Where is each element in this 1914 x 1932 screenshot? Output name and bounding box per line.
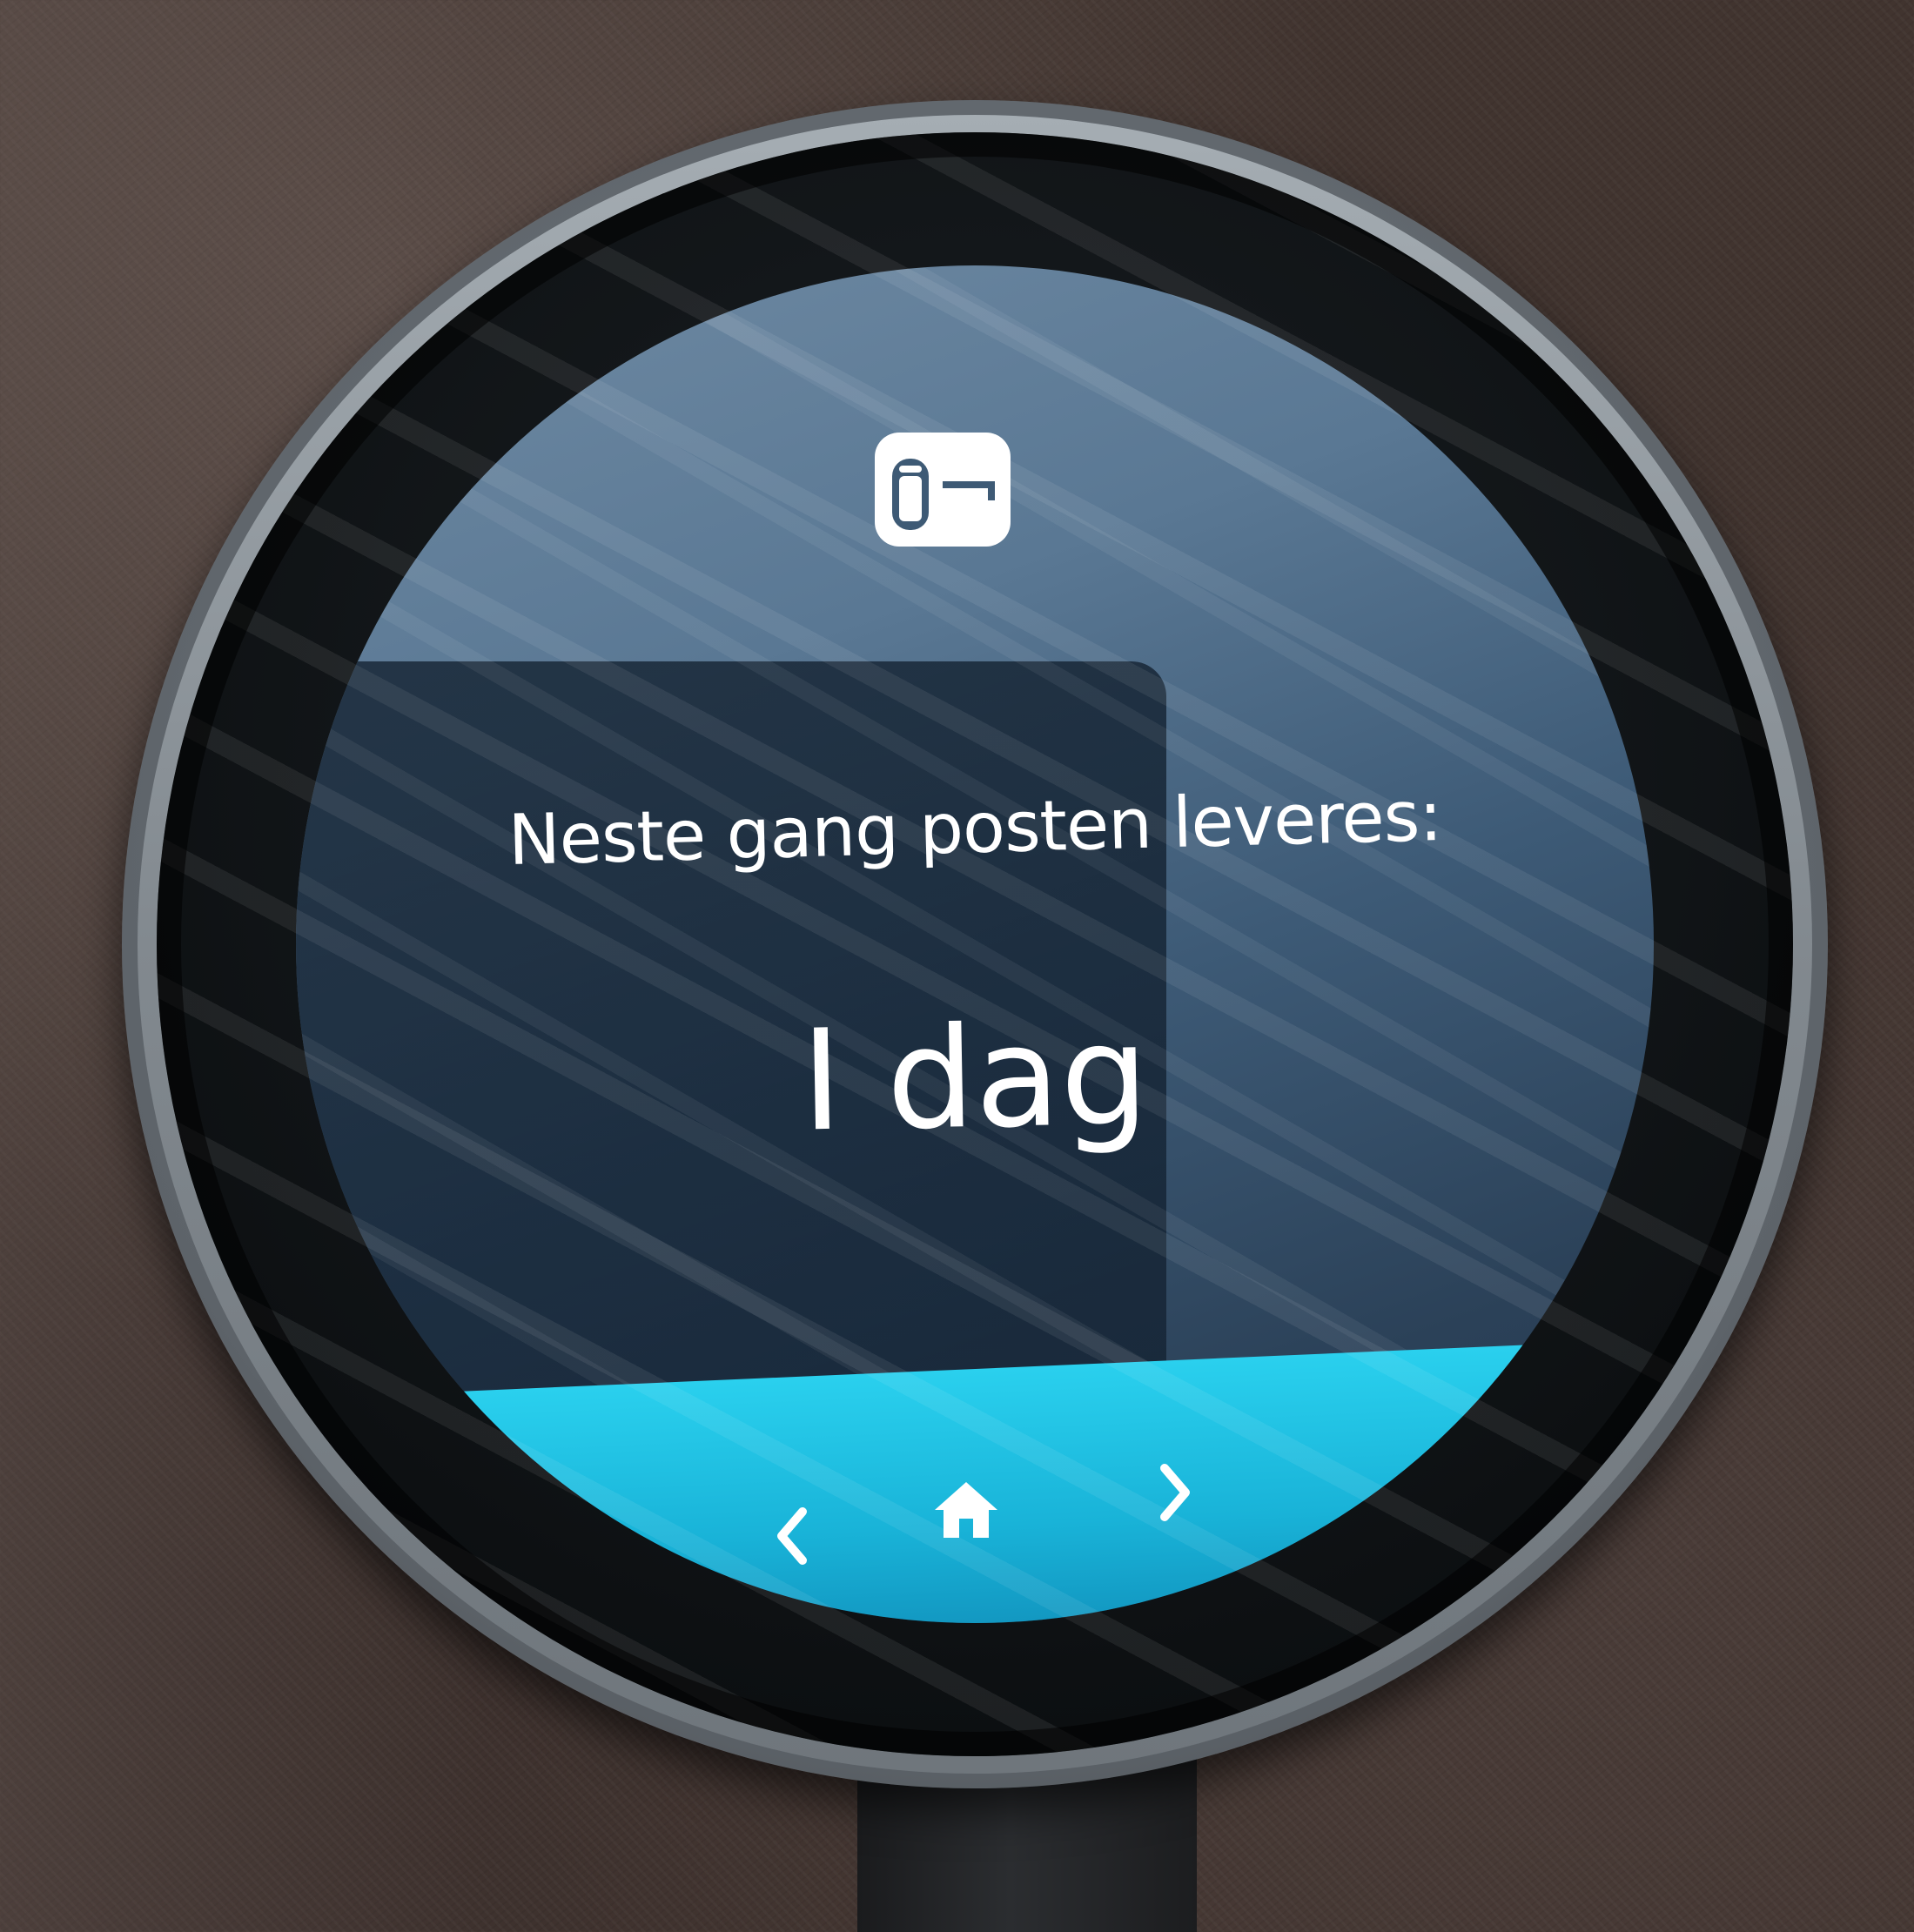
home-icon (935, 1482, 997, 1538)
next-button[interactable] (1132, 1449, 1219, 1536)
home-button[interactable] (923, 1466, 1010, 1553)
mailbox-icon (875, 433, 1011, 547)
delivery-value: I dag (799, 993, 1151, 1163)
prev-button[interactable] (749, 1493, 836, 1580)
delivery-label: Neste gang posten leveres: (507, 775, 1443, 882)
chevron-right-icon (1160, 1464, 1190, 1521)
round-display: Neste gang posten leveres: I dag (296, 265, 1654, 1623)
chevron-left-icon (777, 1507, 807, 1565)
screen-content: Neste gang posten leveres: I dag (296, 265, 1654, 1623)
